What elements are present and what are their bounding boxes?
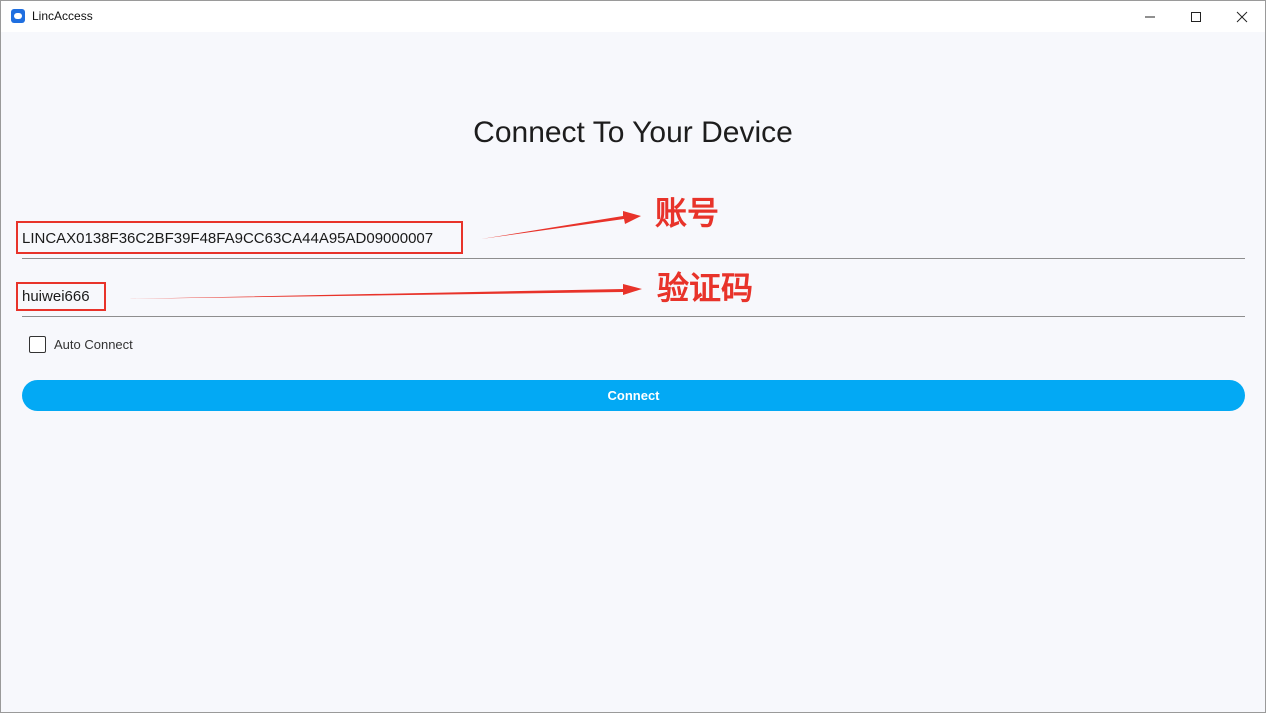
checkbox-icon[interactable] <box>29 336 46 353</box>
code-annotation-label: 验证码 <box>657 270 754 306</box>
minimize-button[interactable] <box>1127 1 1173 32</box>
connect-button[interactable]: Connect <box>22 380 1245 411</box>
account-highlight-box <box>16 221 463 254</box>
annotation-arrows <box>121 211 642 299</box>
app-icon <box>11 9 25 23</box>
auto-connect-label[interactable]: Auto Connect <box>54 337 133 353</box>
maximize-icon <box>1191 12 1201 22</box>
page-title: Connect To Your Device <box>473 116 793 149</box>
maximize-button[interactable] <box>1173 1 1219 32</box>
minimize-icon <box>1145 16 1155 18</box>
verification-code-field[interactable]: huiwei666 <box>22 281 1245 317</box>
window-title: LincAccess <box>32 9 93 23</box>
title-bar[interactable]: LincAccess <box>1 1 1265 32</box>
close-icon <box>1236 11 1248 23</box>
code-highlight-box <box>16 282 106 311</box>
app-window: LincAccess Connect To Your Device LINCAX… <box>0 0 1266 713</box>
account-annotation-label: 账号 <box>655 195 720 231</box>
close-button[interactable] <box>1219 1 1265 32</box>
